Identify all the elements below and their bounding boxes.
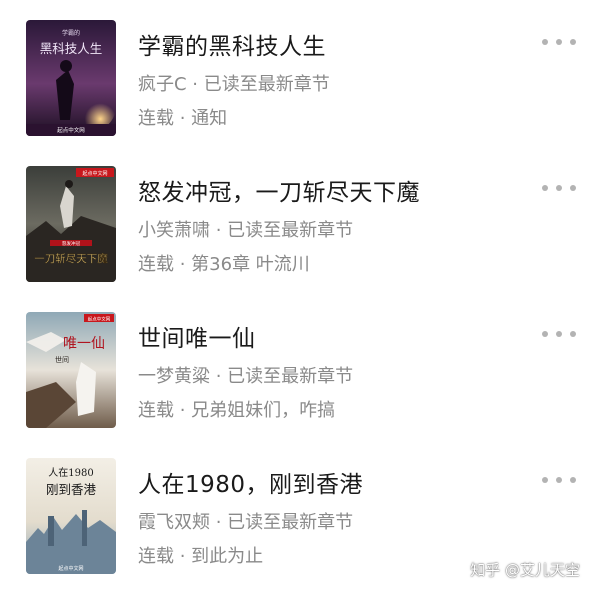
book-cover-1[interactable]: 学霸的 黑科技人生 起点中文网	[26, 20, 116, 136]
book-status-line-4: 连载 · 到此为止	[138, 542, 263, 568]
book-cover-image-1: 学霸的 黑科技人生 起点中文网	[26, 20, 116, 136]
bookshelf-list: 学霸的 黑科技人生 起点中文网 学霸的黑科技人生 疯子C · 已读至最新章节 连…	[0, 0, 600, 596]
book-author-2[interactable]: 小笑萧啸	[138, 220, 210, 241]
serial-status-2: 连载	[138, 254, 174, 275]
book-author-line-2: 小笑萧啸 · 已读至最新章节	[138, 216, 353, 242]
cover-top-text-1: 学霸的	[62, 29, 80, 37]
more-dots-icon	[542, 477, 548, 483]
more-dots-icon	[570, 39, 576, 45]
separator-dot: ·	[210, 220, 228, 241]
read-progress-2: 已读至最新章节	[227, 220, 354, 241]
read-progress-3: 已读至最新章节	[227, 366, 354, 387]
more-dots-icon	[556, 39, 562, 45]
cover-title-text-4: 刚到香港	[46, 482, 97, 497]
book-status-line-3: 连载 · 兄弟姐妹们，咋搞	[138, 396, 335, 422]
separator-dot: ·	[210, 512, 228, 533]
separator-dot: ·	[174, 254, 192, 275]
separator-dot: ·	[174, 546, 192, 567]
separator-dot: ·	[174, 400, 192, 421]
book-title-2[interactable]: 怒发冲冠，一刀斩尽天下魔	[138, 173, 420, 207]
read-progress-1: 已读至最新章节	[203, 74, 330, 95]
separator-dot: ·	[186, 74, 204, 95]
more-options-button-2[interactable]	[542, 178, 576, 198]
more-options-button-3[interactable]	[542, 324, 576, 344]
latest-chapter-3[interactable]: 兄弟姐妹们，咋搞	[191, 400, 335, 421]
more-options-button-1[interactable]	[542, 32, 576, 52]
more-dots-icon	[542, 39, 548, 45]
serial-status-1: 连载	[138, 108, 174, 129]
cover-title-text-2: 一刀斩尽天下魔	[34, 252, 108, 265]
book-author-line-4: 霞飞双颊 · 已读至最新章节	[138, 508, 353, 534]
book-cover-image-2: 起点中文网 怒发冲冠 一刀斩尽天下魔	[26, 166, 116, 282]
more-dots-icon	[570, 331, 576, 337]
more-dots-icon	[542, 331, 548, 337]
book-status-line-2: 连载 · 第36章 叶流川	[138, 250, 310, 276]
read-progress-4: 已读至最新章节	[227, 512, 354, 533]
latest-chapter-4[interactable]: 到此为止	[191, 546, 263, 567]
book-cover-2[interactable]: 起点中文网 怒发冲冠 一刀斩尽天下魔	[26, 166, 116, 282]
cover-top-text-4: 人在1980	[48, 467, 93, 479]
book-item-2[interactable]: 起点中文网 怒发冲冠 一刀斩尽天下魔 怒发冲冠，一刀斩尽天下魔 小笑萧啸 · 已…	[0, 146, 600, 292]
serial-status-3: 连载	[138, 400, 174, 421]
book-cover-image-3: 起点中文网 世间 唯一仙	[26, 312, 116, 428]
latest-chapter-1[interactable]: 通知	[191, 108, 227, 129]
cover-top-text-3: 世间	[55, 355, 69, 364]
cover-publisher-4: 起点中文网	[58, 565, 83, 572]
separator-dot: ·	[174, 108, 192, 129]
book-author-3[interactable]: 一梦黄粱	[138, 366, 210, 387]
more-dots-icon	[556, 477, 562, 483]
book-item-3[interactable]: 起点中文网 世间 唯一仙 世间唯一仙 一梦黄粱 · 已读至最新章节 连载 · 兄…	[0, 292, 600, 438]
book-title-1[interactable]: 学霸的黑科技人生	[138, 27, 326, 61]
book-author-line-3: 一梦黄粱 · 已读至最新章节	[138, 362, 353, 388]
book-author-4[interactable]: 霞飞双颊	[138, 512, 210, 533]
cover-title-text-1: 黑科技人生	[40, 41, 103, 56]
book-item-1[interactable]: 学霸的 黑科技人生 起点中文网 学霸的黑科技人生 疯子C · 已读至最新章节 连…	[0, 0, 600, 146]
book-title-3[interactable]: 世间唯一仙	[138, 319, 256, 353]
cover-publisher-3: 起点中文网	[88, 316, 111, 323]
separator-dot: ·	[210, 366, 228, 387]
book-cover-3[interactable]: 起点中文网 世间 唯一仙	[26, 312, 116, 428]
more-dots-icon	[570, 477, 576, 483]
more-dots-icon	[556, 185, 562, 191]
serial-status-4: 连载	[138, 546, 174, 567]
cover-publisher-1: 起点中文网	[57, 126, 85, 134]
cover-publisher-2: 起点中文网	[82, 170, 107, 177]
zhihu-watermark: 知乎 @艾儿天空	[470, 561, 580, 579]
book-author-1[interactable]: 疯子C	[138, 74, 187, 95]
book-status-line-1: 连载 · 通知	[138, 104, 227, 130]
cover-top-text-2: 怒发冲冠	[62, 240, 80, 247]
book-author-line-1: 疯子C · 已读至最新章节	[138, 70, 330, 96]
book-cover-image-4: 人在1980 刚到香港 起点中文网	[26, 458, 116, 574]
latest-chapter-2[interactable]: 第36章 叶流川	[191, 254, 310, 275]
more-dots-icon	[556, 331, 562, 337]
more-dots-icon	[542, 185, 548, 191]
cover-title-text-3: 唯一仙	[63, 336, 105, 352]
book-cover-4[interactable]: 人在1980 刚到香港 起点中文网	[26, 458, 116, 574]
more-options-button-4[interactable]	[542, 470, 576, 490]
book-title-4[interactable]: 人在1980，刚到香港	[138, 465, 363, 499]
more-dots-icon	[570, 185, 576, 191]
